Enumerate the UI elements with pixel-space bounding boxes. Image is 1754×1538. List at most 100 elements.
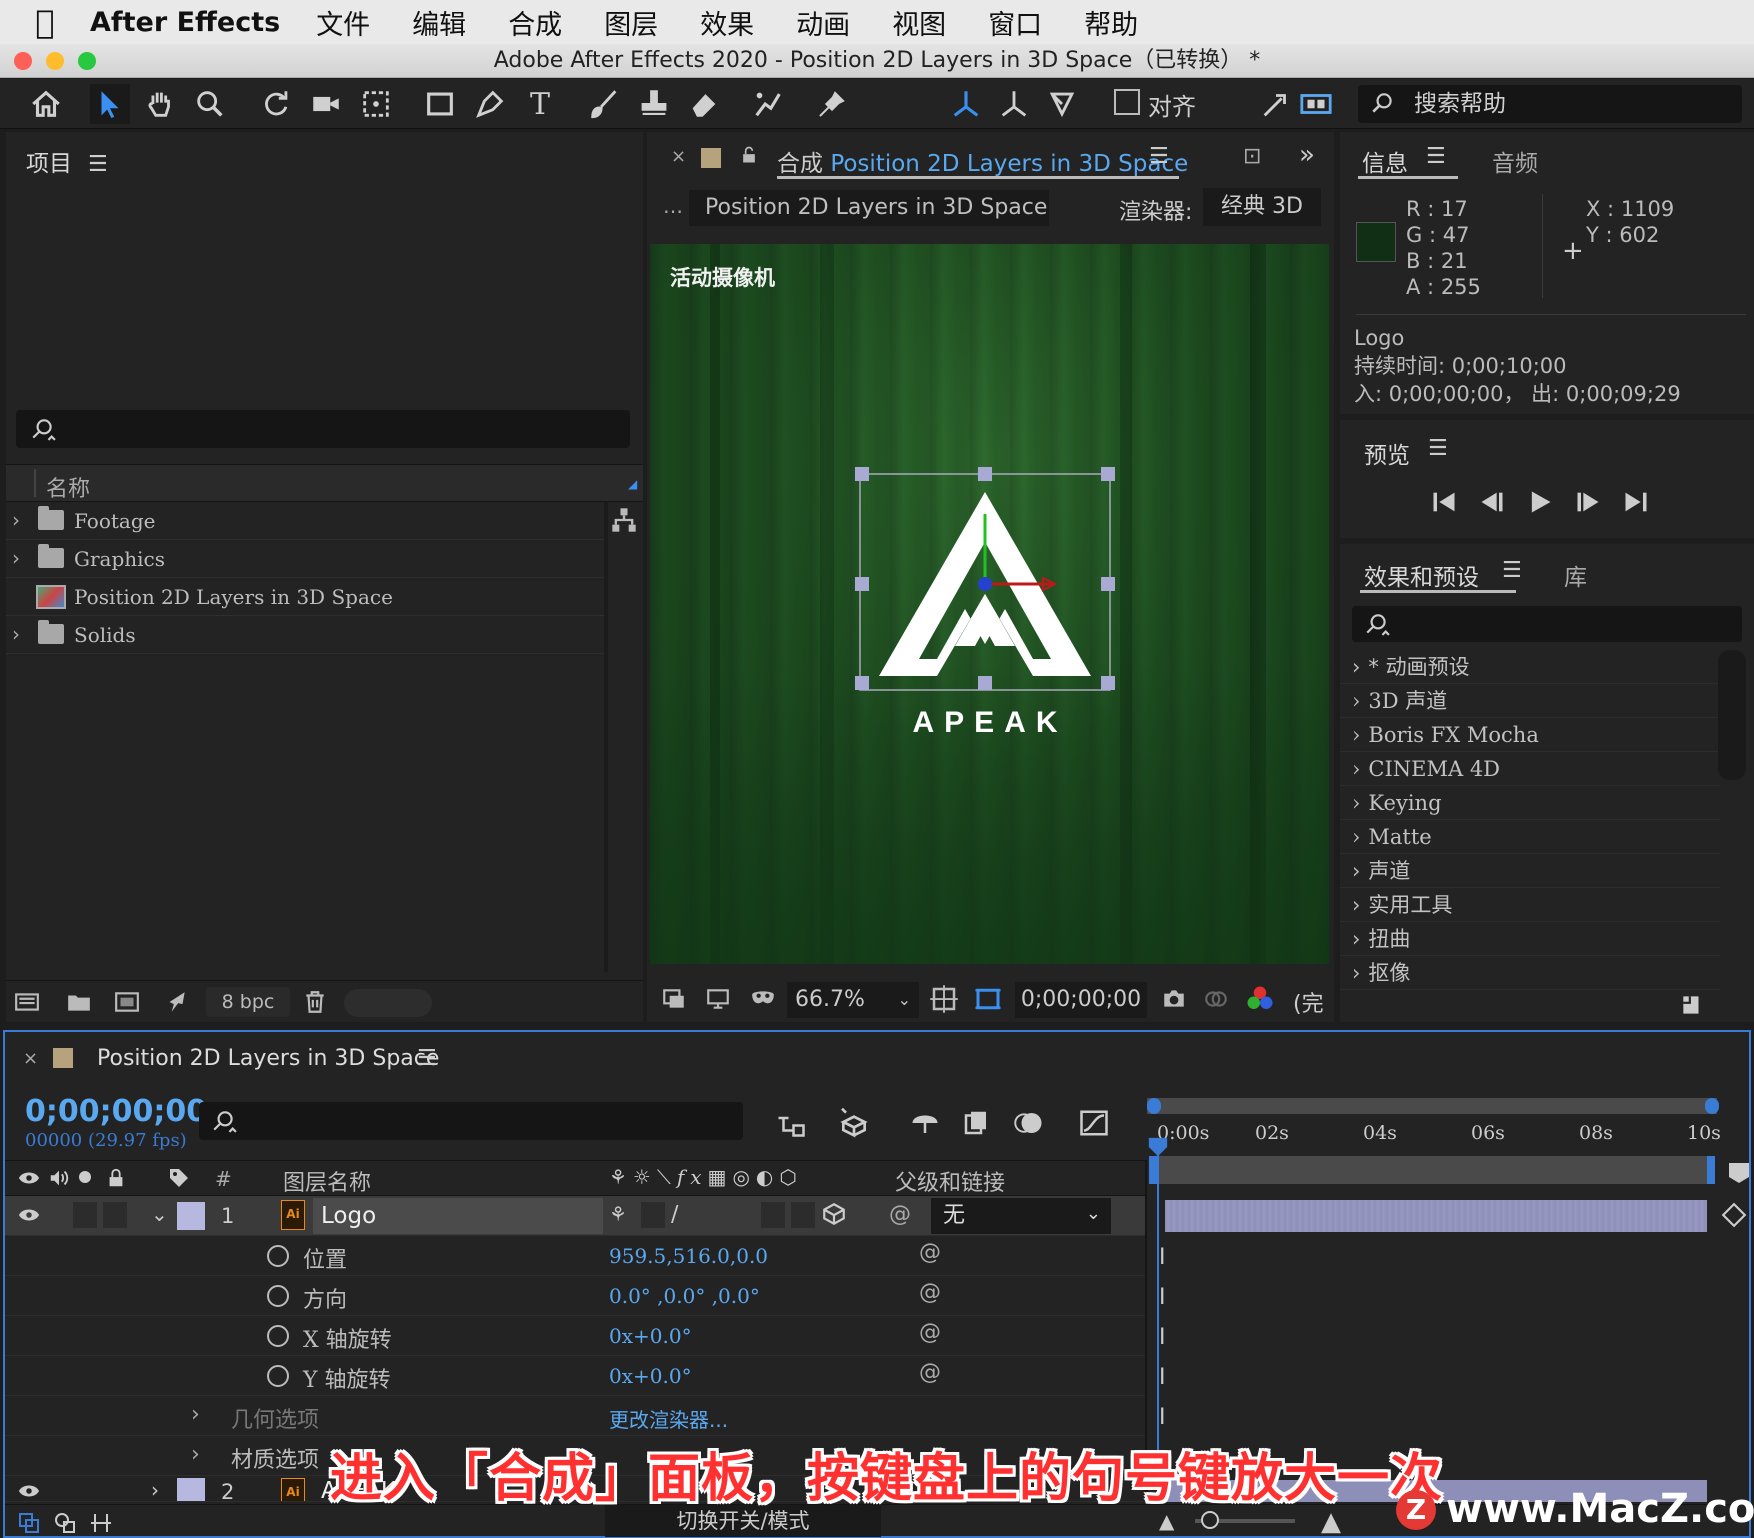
solo-icon[interactable] — [79, 1171, 91, 1183]
roto-brush-tool-icon[interactable] — [748, 84, 788, 124]
menu-view[interactable]: 视图 — [892, 3, 946, 42]
collapse-transform-switch[interactable]: ⚘ — [609, 1202, 627, 1226]
comp-tab[interactable]: 合成 Position 2D Layers in 3D Space — [777, 144, 1188, 178]
playhead-marker-icon[interactable] — [1147, 1134, 1169, 1165]
rotate-tool-icon[interactable] — [256, 84, 296, 124]
minimize-window-button[interactable] — [46, 52, 64, 70]
effects-category[interactable]: › 抠像 — [1340, 956, 1720, 990]
effects-category[interactable]: › 实用工具 — [1340, 888, 1720, 922]
search-help-field[interactable]: 搜索帮助 — [1358, 85, 1742, 123]
pick-whip-icon[interactable]: @ — [889, 1202, 911, 1227]
layer-switches-icon[interactable] — [17, 1511, 41, 1538]
align-checkbox[interactable] — [1114, 89, 1140, 115]
tab-library[interactable]: 库 — [1564, 558, 1587, 592]
rectangle-tool-icon[interactable] — [420, 84, 460, 124]
zoom-window-button[interactable] — [78, 52, 96, 70]
timeline-search-input[interactable] — [199, 1102, 743, 1140]
menu-layer[interactable]: 图层 — [604, 3, 658, 42]
type-tool-icon[interactable]: T — [520, 84, 560, 124]
bit-depth-button[interactable]: 8 bpc — [206, 987, 290, 1017]
project-scrollbar[interactable] — [604, 502, 608, 972]
region-of-interest-icon[interactable] — [973, 984, 1003, 1019]
brush-tool-icon[interactable] — [584, 84, 624, 124]
tab-info[interactable]: 信息 — [1362, 144, 1408, 178]
pan-behind-tool-icon[interactable] — [356, 84, 396, 124]
close-tab-icon[interactable]: × — [671, 146, 686, 167]
property-row-orientation[interactable]: 方向 0.0° ,0.0° ,0.0° @ — [5, 1276, 1145, 1316]
motion-blur-switch[interactable] — [791, 1202, 815, 1228]
property-group-geometry[interactable]: › 几何选项 更改渲染器... — [5, 1396, 1145, 1436]
clone-stamp-tool-icon[interactable] — [634, 84, 674, 124]
menu-effect[interactable]: 效果 — [700, 3, 754, 42]
quality-switch-bg[interactable] — [641, 1202, 665, 1228]
channels-icon[interactable] — [1245, 984, 1275, 1019]
chevron-down-icon[interactable]: ⌄ — [151, 1202, 168, 1226]
menu-edit[interactable]: 编辑 — [412, 3, 466, 42]
speaker-icon[interactable] — [47, 1167, 71, 1194]
work-area-start-handle[interactable] — [1147, 1098, 1161, 1114]
menu-help[interactable]: 帮助 — [1084, 3, 1138, 42]
solo-toggle[interactable] — [73, 1202, 97, 1228]
effects-category[interactable]: › 扭曲 — [1340, 922, 1720, 956]
home-icon[interactable] — [26, 84, 66, 124]
quality-switch-icon[interactable]: ∕ — [671, 1202, 678, 1227]
mask-visibility-icon[interactable] — [747, 986, 779, 1017]
last-frame-icon[interactable] — [1622, 488, 1650, 516]
parent-link-header[interactable]: 父级和链接 — [895, 1165, 1005, 1197]
property-value[interactable]: 0.0° ,0.0° ,0.0° — [609, 1284, 760, 1308]
tab-effects-presets[interactable]: 效果和预设 — [1364, 558, 1479, 592]
previous-frame-icon[interactable] — [1478, 488, 1506, 516]
panel-menu-icon[interactable]: ☰ — [1426, 144, 1446, 169]
time-ruler[interactable]: 0:00s 02s 04s 06s 08s 10s — [1147, 1122, 1727, 1152]
layer-label-color[interactable] — [177, 1478, 205, 1501]
show-snapshot-icon[interactable] — [1201, 986, 1231, 1017]
panel-menu-icon[interactable]: ☰ — [1149, 144, 1169, 169]
lock-toggle[interactable] — [103, 1202, 127, 1228]
project-panel-title[interactable]: 项目 ☰ — [26, 144, 108, 178]
menu-window[interactable]: 窗口 — [988, 3, 1042, 42]
hand-tool-icon[interactable] — [140, 84, 180, 124]
panel-menu-icon[interactable]: ☰ — [417, 1046, 437, 1071]
menu-app-name[interactable]: After Effects — [90, 7, 280, 38]
zoom-out-mountain-icon[interactable]: ▲ — [1159, 1509, 1174, 1533]
property-value[interactable]: 0x+0.0° — [609, 1324, 692, 1348]
shy-layers-icon[interactable] — [909, 1108, 941, 1143]
new-bin-icon[interactable] — [1678, 992, 1706, 1023]
monitor-icon[interactable] — [705, 986, 731, 1017]
comp-breadcrumb[interactable]: Position 2D Layers in 3D Space — [689, 190, 1049, 226]
frame-blending-icon[interactable] — [961, 1108, 991, 1143]
name-column-header[interactable]: 名称 — [46, 471, 90, 503]
property-row-position[interactable]: 位置 959.5,516.0,0.0 @ — [5, 1236, 1145, 1276]
change-renderer-link[interactable]: 更改渲染器... — [609, 1404, 728, 1433]
tab-audio[interactable]: 音频 — [1492, 144, 1538, 178]
workspace-icon[interactable] — [1296, 84, 1336, 124]
stopwatch-icon[interactable] — [267, 1245, 289, 1267]
current-timecode[interactable]: 0;00;00;00 — [25, 1094, 207, 1129]
local-axis-icon[interactable] — [946, 84, 986, 124]
trash-icon[interactable] — [302, 989, 328, 1020]
stopwatch-icon[interactable] — [267, 1365, 289, 1387]
lock-icon[interactable] — [105, 1166, 127, 1195]
label-tag-icon[interactable] — [167, 1166, 191, 1195]
pick-whip-icon[interactable]: @ — [919, 1280, 941, 1305]
transfer-controls-icon[interactable] — [53, 1511, 77, 1538]
snapshot-camera-icon[interactable] — [1159, 986, 1189, 1017]
comp-timecode[interactable]: 0;00;00;00 — [1015, 982, 1147, 1018]
keyframe-nav-icon[interactable] — [1721, 1202, 1747, 1233]
property-value[interactable]: 0x+0.0° — [609, 1364, 692, 1388]
zoom-dropdown[interactable]: 66.7% ⌄ — [787, 982, 919, 1018]
render-queue-icon[interactable] — [162, 989, 190, 1020]
in-out-duration-icon[interactable] — [89, 1511, 113, 1538]
switches-header-icons[interactable]: ⚘☼⟍fx▦◎◐⬡ — [609, 1165, 803, 1189]
comp-duration-bar[interactable] — [1149, 1156, 1715, 1184]
eye-icon[interactable] — [17, 1480, 41, 1501]
renderer-dropdown[interactable]: 经典 3D — [1203, 188, 1321, 226]
view-axis-icon[interactable] — [1042, 84, 1082, 124]
3d-layer-icon[interactable] — [821, 1200, 847, 1233]
effects-category[interactable]: › CINEMA 4D — [1340, 752, 1720, 786]
panel-menu-icon[interactable]: ☰ — [88, 152, 108, 177]
new-folder-icon[interactable] — [64, 989, 94, 1020]
resolution-dropdown[interactable]: (完 — [1293, 986, 1324, 1018]
effects-search-input[interactable] — [1352, 606, 1742, 642]
apple-icon[interactable]:  — [0, 3, 90, 41]
